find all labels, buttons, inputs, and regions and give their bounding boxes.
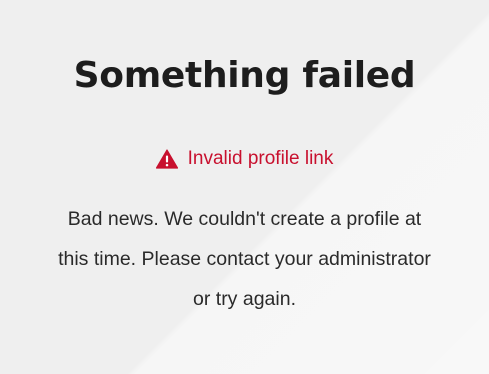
message-line: or try again. xyxy=(193,288,296,310)
warning-triangle-icon xyxy=(155,149,178,169)
page-title: Something failed xyxy=(73,55,416,96)
error-card: Something failed Invalid profile link Ba… xyxy=(0,0,489,374)
message-line: this time. Please contact your administr… xyxy=(58,248,431,270)
error-content: Something failed Invalid profile link Ba… xyxy=(0,0,489,319)
alert-text: Invalid profile link xyxy=(187,148,334,169)
error-message: Bad news. We couldn't create a profile a… xyxy=(0,199,489,319)
message-line: Bad news. We couldn't create a profile a… xyxy=(67,208,422,230)
error-alert: Invalid profile link xyxy=(0,147,489,171)
